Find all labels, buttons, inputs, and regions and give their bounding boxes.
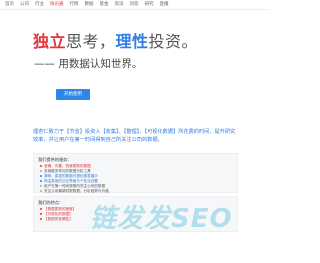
top-nav: 首页 公司 行业 快讯通 行情 数据 基金 资讯 问答 研究 直播 [0,0,270,10]
nav-items: 首页 公司 行业 快讯通 行情 数据 基金 资讯 问答 研究 直播 [2,2,172,7]
nav-item-home[interactable]: 首页 [2,2,17,7]
list-item: 关注公司最新财报数据，分析趋势与价值 [40,189,237,194]
watermark: 链发发SEO [90,204,233,234]
bullet-icon [40,218,42,220]
nav-item-company[interactable]: 公司 [17,2,32,7]
hero-title-independent: 独立 [33,32,67,51]
nav-item-fund[interactable]: 基金 [97,2,112,7]
services-list: 准确、可靠、快速更新的数据 多维度多样化的数据分析工具 清晰、直观的数据可视化图… [40,164,237,194]
bullet-icon [40,175,42,177]
hero-title-think: 思考， [66,32,116,51]
intro-paragraph: 理杏仁致力于【节省】投资人【收集】、【整理】、【可视化数据】所花费的时间，提升研… [33,129,236,143]
nav-item-data[interactable]: 数据 [82,2,97,7]
start-button[interactable]: 开始使用 [56,89,90,100]
bullet-icon [40,208,42,210]
nav-item-industry[interactable]: 行业 [32,2,47,7]
nav-item-news-flash[interactable]: 快讯通 [47,2,67,7]
bullet-icon [40,165,42,167]
hero-title-invest: 投资。 [148,32,199,51]
hero-subtitle: —— 用数据认知世界。 [34,58,143,70]
nav-item-market[interactable]: 行情 [67,2,82,7]
bullet-icon [40,213,42,215]
bullet-icon [40,170,42,172]
bullet-icon [40,185,42,187]
nav-item-research[interactable]: 研究 [142,2,157,7]
services-panel: 我们提供的服务： 准确、可靠、快速更新的数据 多维度多样化的数据分析工具 清晰、… [33,153,238,193]
hero-title-rational: 理性 [115,32,149,51]
nav-item-news[interactable]: 资讯 [112,2,127,7]
nav-item-qa[interactable]: 问答 [127,2,142,7]
bullet-icon [40,190,42,192]
services-title: 我们提供的服务： [38,157,72,162]
nav-item-live[interactable]: 直播 [157,2,172,7]
bullet-icon [40,180,42,182]
hero-title: 独立思考，理性投资。 [33,32,198,52]
